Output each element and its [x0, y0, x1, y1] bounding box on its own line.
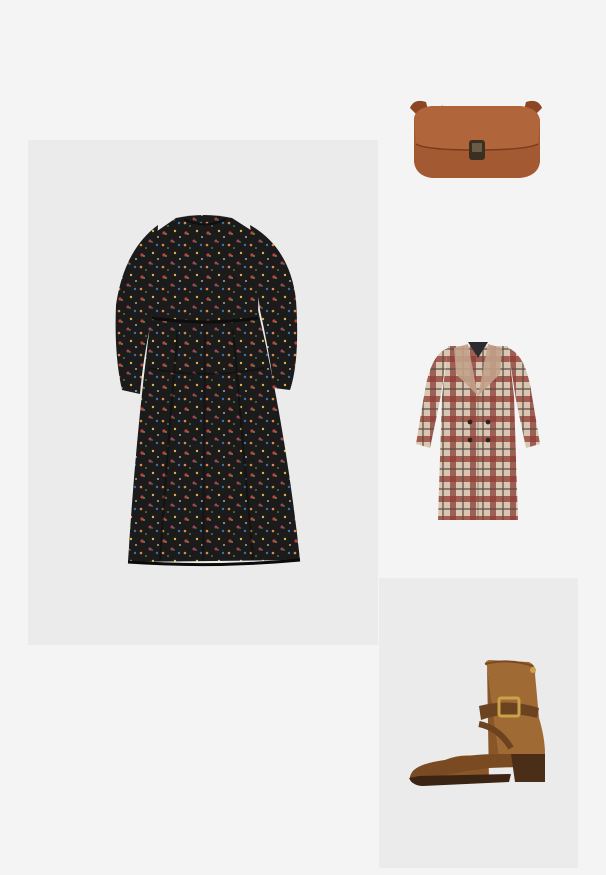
- coat-image: [416, 342, 540, 520]
- outfit-page: [0, 0, 606, 875]
- dress-image: [115, 215, 301, 567]
- bag-image: [410, 100, 542, 178]
- product-tile-bag[interactable]: [396, 88, 556, 192]
- product-tile-boot[interactable]: [379, 578, 578, 868]
- product-tile-dress[interactable]: [28, 140, 378, 645]
- boot-image: [409, 660, 545, 786]
- product-tile-coat[interactable]: [410, 336, 546, 530]
